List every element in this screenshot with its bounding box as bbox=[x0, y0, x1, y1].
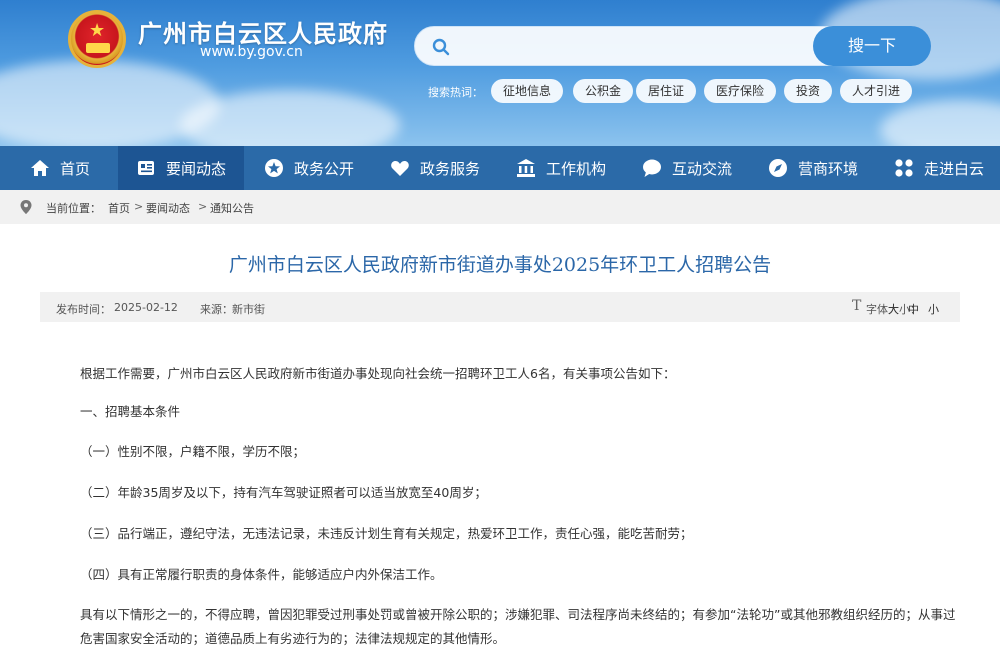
nav-item-label: 走进白云 bbox=[924, 159, 985, 178]
article-paragraph: （三）品行端正，遵纪守法，无违法记录，未违反计划生育有关规定，热爱环卫工作，责任… bbox=[80, 526, 693, 541]
chat-icon bbox=[643, 159, 661, 177]
star-icon bbox=[265, 159, 283, 177]
breadcrumb-link-notices[interactable]: 通知公告 bbox=[210, 200, 254, 216]
breadcrumb-separator: > bbox=[198, 200, 208, 213]
article-paragraph: 具有以下情形之一的，不得应聘，曾因犯罪受过刑事处罚或曾被开除公职的；涉嫌犯罪、司… bbox=[80, 607, 956, 646]
hot-tag[interactable]: 投资 bbox=[784, 79, 833, 103]
hot-tag[interactable]: 医疗保险 bbox=[704, 79, 777, 103]
hot-words-label: 搜索热词： bbox=[428, 86, 483, 99]
nav-item-label: 互动交流 bbox=[672, 159, 733, 178]
site-url: www.by.gov.cn bbox=[200, 44, 303, 60]
gate-icon bbox=[86, 43, 110, 53]
hot-tag[interactable]: 居住证 bbox=[636, 79, 697, 103]
home-icon bbox=[31, 160, 49, 176]
hot-tag[interactable]: 征地信息 bbox=[491, 79, 564, 103]
nav-item-work-agencies[interactable]: 工作机构 bbox=[496, 146, 622, 190]
nav-item-gov-affairs-open[interactable]: 政务公开 bbox=[244, 146, 370, 190]
breadcrumb-link-news[interactable]: 要闻动态 bbox=[146, 200, 190, 216]
hot-tag[interactable]: 人才引进 bbox=[840, 79, 913, 103]
font-size-icon: T bbox=[852, 298, 862, 314]
heart-icon bbox=[391, 161, 409, 176]
article-paragraph: （四）具有正常履行职责的身体条件，能够适应户内外保洁工作。 bbox=[80, 567, 443, 582]
nav-item-label: 营商环境 bbox=[798, 159, 859, 178]
nav-item-label: 工作机构 bbox=[546, 159, 607, 178]
publish-time-label: 发布时间： bbox=[56, 303, 111, 316]
nav-item-interaction[interactable]: 互动交流 bbox=[622, 146, 748, 190]
article-section-heading: 一、招聘基本条件 bbox=[80, 404, 181, 419]
source-value: 新市街 bbox=[232, 303, 265, 316]
header-cloud-decoration bbox=[880, 100, 1000, 146]
font-size-medium-button[interactable]: 中 bbox=[908, 301, 919, 317]
article-paragraph: （一）性别不限，户籍不限，学历不限； bbox=[80, 444, 306, 459]
search-input[interactable] bbox=[459, 33, 809, 61]
search-box: 搜一下 bbox=[414, 26, 931, 66]
search-icon bbox=[432, 38, 450, 56]
national-emblem-logo[interactable]: ★ bbox=[68, 10, 126, 68]
nav-item-about-baiyun[interactable]: 走进白云 bbox=[874, 146, 1000, 190]
breadcrumb-separator: > bbox=[134, 200, 144, 213]
article-paragraph: 根据工作需要，广州市白云区人民政府新市街道办事处现向社会统一招聘环卫工人6名，有… bbox=[80, 366, 676, 381]
search-button[interactable]: 搜一下 bbox=[813, 26, 931, 66]
hot-tag[interactable]: 公积金 bbox=[573, 79, 634, 103]
nav-item-gov-services[interactable]: 政务服务 bbox=[370, 146, 496, 190]
building-icon bbox=[517, 159, 535, 177]
nav-item-label: 首页 bbox=[60, 159, 91, 178]
article-title: 广州市白云区人民政府新市街道办事处2025年环卫工人招聘公告 bbox=[228, 254, 772, 276]
breadcrumb-label: 当前位置： bbox=[46, 202, 101, 215]
compass-icon bbox=[769, 159, 787, 177]
nav-item-business-environment[interactable]: 营商环境 bbox=[748, 146, 874, 190]
nav-item-label: 要闻动态 bbox=[166, 159, 227, 178]
font-size-large-button[interactable]: 大 bbox=[888, 301, 899, 317]
article-paragraph: （二）年龄35周岁及以下，持有汽车驾驶证照者可以适当放宽至40周岁； bbox=[80, 485, 487, 500]
publish-time: 2025-02-12 bbox=[114, 301, 178, 314]
grid-icon bbox=[895, 159, 913, 177]
nav-item-label: 政务公开 bbox=[294, 159, 355, 178]
nav-item-home[interactable]: 首页 bbox=[0, 146, 118, 190]
article-meta-bar: 发布时间： 2025-02-12 来源： 新市街 T 字体大小： 大 中 小 bbox=[40, 292, 960, 322]
nav-item-label: 政务服务 bbox=[420, 159, 481, 178]
site-header: ★ 广州市白云区人民政府 www.by.gov.cn 搜一下 搜索热词： 征地信… bbox=[0, 0, 1000, 146]
star-icon: ★ bbox=[89, 20, 106, 41]
main-nav: 首页 要闻动态 政务公开 政务服务 工作机构 互动交流 营商环境 走进白云 bbox=[0, 146, 1000, 190]
news-icon bbox=[138, 161, 154, 175]
font-size-small-button[interactable]: 小 bbox=[928, 301, 939, 317]
breadcrumb-link-home[interactable]: 首页 bbox=[108, 200, 130, 216]
nav-item-news[interactable]: 要闻动态 bbox=[118, 146, 244, 190]
location-pin-icon bbox=[20, 200, 32, 214]
source-label: 来源： bbox=[200, 303, 233, 316]
breadcrumb: 当前位置： 首页 > 要闻动态 > 通知公告 bbox=[0, 190, 1000, 224]
